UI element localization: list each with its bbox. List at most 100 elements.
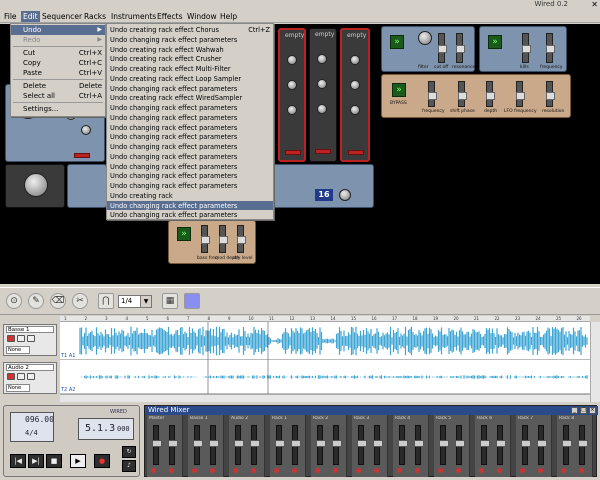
mute-led-icon[interactable]	[356, 468, 361, 473]
frequency-fader[interactable]	[428, 81, 437, 107]
mute-led-icon[interactable]	[456, 468, 461, 473]
left-volume-fader[interactable]	[275, 425, 285, 465]
mute-led-icon[interactable]	[192, 468, 197, 473]
filter-knob[interactable]	[418, 31, 432, 45]
gear-icon[interactable]	[339, 189, 351, 201]
mute-led-icon[interactable]	[251, 468, 256, 473]
close-icon[interactable]: ✕	[591, 0, 598, 9]
left-volume-fader[interactable]	[316, 425, 326, 465]
bypass-icon[interactable]: »	[488, 35, 502, 49]
edit-copy[interactable]: Copy Ctrl+C	[11, 58, 105, 68]
metronome-icon[interactable]: ♪	[122, 460, 136, 472]
mute-led-icon[interactable]	[333, 468, 338, 473]
undo-history-item[interactable]: Undo changing rack effect parameters	[107, 152, 273, 162]
track-lane-2[interactable]: T2 A2	[60, 360, 590, 394]
undo-history-item[interactable]: Undo changing rack effect parameters	[107, 113, 273, 123]
mute-led-icon[interactable]	[210, 468, 215, 473]
solo-icon[interactable]	[27, 335, 35, 342]
mute-led-icon[interactable]	[415, 468, 420, 473]
vertical-scrollbar[interactable]	[590, 322, 600, 402]
undo-history-item[interactable]: Undo creating rack effect Multi-Filter	[107, 64, 273, 74]
mod-depth-fader[interactable]	[219, 225, 228, 253]
knob[interactable]	[350, 80, 360, 90]
record-button-icon[interactable]: ●	[94, 454, 110, 468]
mute-led-icon[interactable]	[438, 468, 443, 473]
mute-led-icon[interactable]	[561, 468, 566, 473]
knob[interactable]	[287, 105, 297, 115]
track-mode-select[interactable]: None	[6, 384, 30, 392]
stop-icon[interactable]: ■	[46, 454, 62, 468]
edit-paste[interactable]: Paste Ctrl+V	[11, 68, 105, 78]
frequency-fader[interactable]	[546, 33, 555, 63]
track-lane-1[interactable]: T1 A1	[60, 322, 590, 360]
undo-history-item[interactable]: Undo changing rack effect parameters	[107, 142, 273, 152]
right-volume-fader[interactable]	[414, 425, 424, 465]
undo-history-item[interactable]: Undo creating rack effect Crusher	[107, 54, 273, 64]
solo-icon[interactable]	[27, 373, 35, 380]
mute-led-icon[interactable]	[520, 468, 525, 473]
right-volume-fader[interactable]	[332, 425, 342, 465]
menu-effects[interactable]: Effects	[155, 11, 185, 22]
track-name[interactable]: Audio 2	[6, 364, 54, 371]
undo-history-item[interactable]: Undo changing rack effect parameters	[107, 181, 273, 191]
rewind-start-icon[interactable]: |◀	[10, 454, 26, 468]
menu-racks[interactable]: Racks	[82, 11, 108, 22]
close-icon[interactable]: ×	[589, 407, 596, 414]
right-volume-fader[interactable]	[250, 425, 260, 465]
resolution-fader[interactable]	[546, 81, 555, 107]
track-name[interactable]: Basse 1	[6, 326, 54, 333]
mute-led-icon[interactable]	[274, 468, 279, 473]
mute-led-icon[interactable]	[538, 468, 543, 473]
maximize-icon[interactable]: □	[580, 407, 587, 414]
mute-led-icon[interactable]	[497, 468, 502, 473]
mute-led-icon[interactable]	[579, 468, 584, 473]
mute-led-icon[interactable]	[374, 468, 379, 473]
right-volume-fader[interactable]	[373, 425, 383, 465]
mute-led-icon[interactable]	[151, 468, 156, 473]
color-icon[interactable]: ▦	[162, 293, 178, 309]
left-volume-fader[interactable]	[398, 425, 408, 465]
knob[interactable]	[317, 79, 327, 89]
mute-led-icon[interactable]	[315, 468, 320, 473]
undo-history-item[interactable]: Undo creating rack	[107, 191, 273, 201]
undo-history-item[interactable]: Undo creating rack effect WiredSampler	[107, 93, 273, 103]
undo-history-item[interactable]: Undo changing rack effect parameters	[107, 200, 273, 211]
left-volume-fader[interactable]	[234, 425, 244, 465]
menu-window[interactable]: Window	[185, 11, 219, 22]
track-mode-select[interactable]: None	[6, 346, 30, 354]
minimize-icon[interactable]: _	[571, 407, 578, 414]
record-icon[interactable]	[7, 373, 15, 380]
shift-phase-fader[interactable]	[458, 81, 467, 107]
right-volume-fader[interactable]	[537, 425, 547, 465]
loop-icon[interactable]: ↻	[122, 446, 136, 458]
undo-history-item[interactable]: Undo changing rack effect parameters	[107, 171, 273, 181]
edit-select-all[interactable]: Select all Ctrl+A	[11, 91, 105, 101]
select-button[interactable]	[74, 153, 90, 158]
select-button[interactable]	[315, 149, 331, 154]
bass-freq-fader[interactable]	[201, 225, 210, 253]
right-volume-fader[interactable]	[291, 425, 301, 465]
mute-icon[interactable]	[17, 373, 25, 380]
mute-led-icon[interactable]	[479, 468, 484, 473]
undo-history-item[interactable]: Undo creating rack effect Wahwah	[107, 45, 273, 55]
undo-history-item[interactable]: Undo changing rack effect parameters	[107, 35, 273, 45]
knob[interactable]	[317, 54, 327, 64]
mute-led-icon[interactable]	[292, 468, 297, 473]
resonance-fader[interactable]	[456, 33, 465, 63]
snap-select[interactable]: 1/4 ▼	[118, 295, 152, 308]
edit-cut[interactable]: Cut Ctrl+X	[11, 48, 105, 58]
bpm-value[interactable]: 096.00	[25, 415, 54, 424]
left-volume-fader[interactable]	[480, 425, 490, 465]
kills-fader[interactable]	[522, 33, 531, 63]
knob[interactable]	[350, 55, 360, 65]
right-volume-fader[interactable]	[496, 425, 506, 465]
right-volume-fader[interactable]	[168, 425, 178, 465]
knob[interactable]	[350, 105, 360, 115]
pointer-tool-icon[interactable]: ⊙	[6, 293, 22, 309]
forward-end-icon[interactable]: ▶|	[28, 454, 44, 468]
mute-led-icon[interactable]	[233, 468, 238, 473]
bypass-icon[interactable]: »	[177, 227, 191, 241]
track-header-1[interactable]: Basse 1 None	[3, 324, 57, 356]
edit-settings[interactable]: Settings...	[11, 104, 105, 114]
right-volume-fader[interactable]	[455, 425, 465, 465]
